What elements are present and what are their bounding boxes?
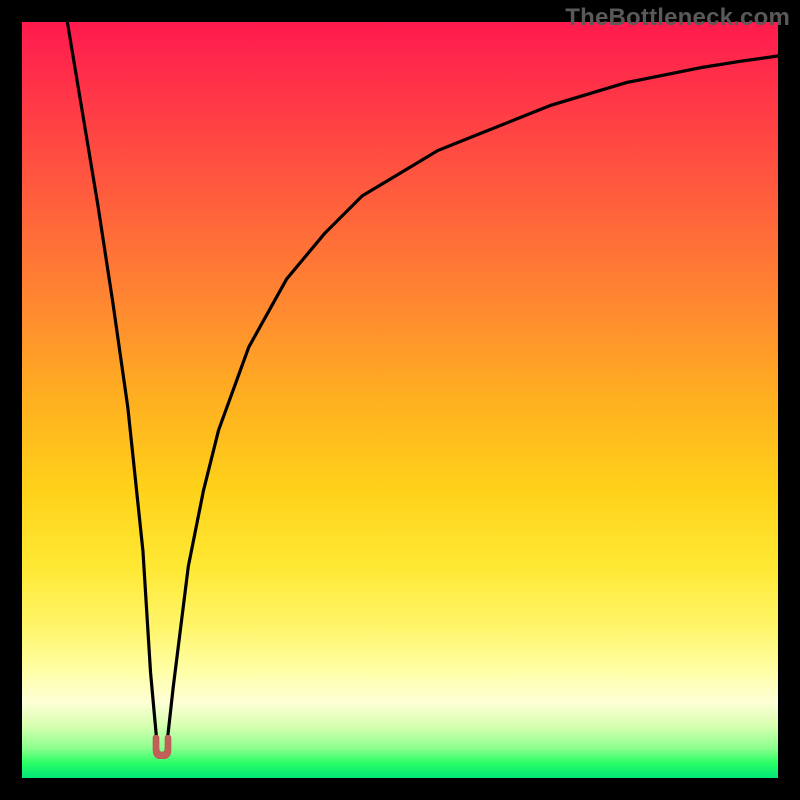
optimal-point-marker — [148, 735, 176, 759]
watermark-text: TheBottleneck.com — [565, 4, 790, 32]
chart-frame: TheBottleneck.com — [0, 0, 800, 800]
bottleneck-curve — [22, 22, 778, 778]
plot-area — [22, 22, 778, 778]
